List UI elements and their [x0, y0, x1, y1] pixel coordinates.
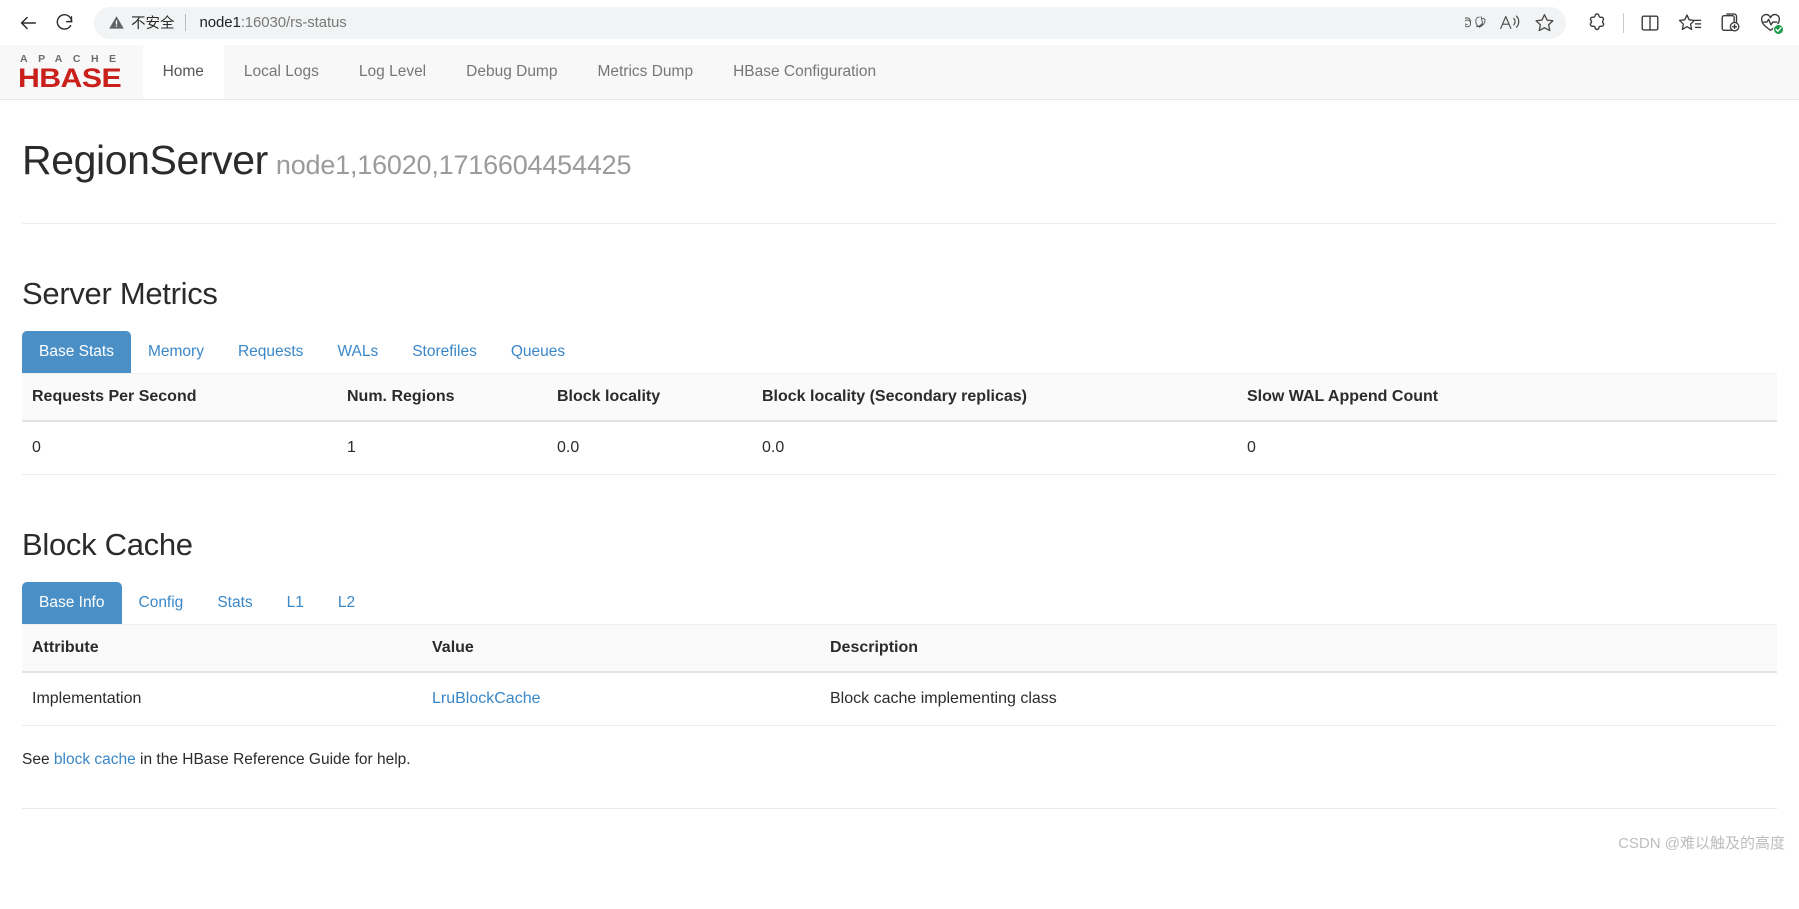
- block-cache-doc-link[interactable]: block cache: [54, 751, 136, 768]
- cell-value: LruBlockCache: [422, 672, 820, 726]
- cell-block-locality: 0.0: [547, 421, 752, 475]
- page-content: RegionServer node1,16020,1716604454425 Se…: [0, 100, 1799, 909]
- security-label: 不安全: [131, 16, 175, 32]
- collections-icon[interactable]: [1671, 6, 1709, 40]
- security-indicator[interactable]: 不安全: [108, 12, 185, 33]
- nav-item-local-logs[interactable]: Local Logs: [224, 45, 339, 99]
- title-divider: [22, 223, 1777, 224]
- tab-base-stats[interactable]: Base Stats: [22, 331, 131, 373]
- help-prefix: See: [22, 751, 54, 768]
- cell-requests-per-second: 0: [22, 421, 337, 475]
- tab-stats[interactable]: Stats: [200, 582, 269, 624]
- col-value: Value: [422, 624, 820, 673]
- cell-slow-wal-append-count: 0: [1237, 421, 1777, 475]
- favorite-star-icon[interactable]: [1528, 9, 1560, 37]
- nav-item-log-level[interactable]: Log Level: [339, 45, 446, 99]
- lru-block-cache-link[interactable]: LruBlockCache: [432, 690, 541, 707]
- block-cache-tabs: Base Info Config Stats L1 L2: [22, 582, 1777, 624]
- tab-config[interactable]: Config: [122, 582, 201, 624]
- tab-l1[interactable]: L1: [270, 582, 321, 624]
- url-path: :16030/rs-status: [240, 14, 347, 31]
- cell-attribute: Implementation: [22, 672, 422, 726]
- server-metrics-title: Server Metrics: [22, 276, 218, 311]
- col-num-regions: Num. Regions: [337, 373, 547, 422]
- nav-items: Home Local Logs Log Level Debug Dump Met…: [142, 45, 897, 99]
- page-title-text: RegionServer: [22, 137, 268, 183]
- cell-block-locality-secondary: 0.0: [752, 421, 1237, 475]
- browser-toolbar-actions: [1574, 6, 1789, 40]
- read-aloud-icon[interactable]: [1494, 9, 1526, 37]
- footer-divider: [22, 808, 1777, 809]
- tab-requests[interactable]: Requests: [221, 331, 320, 373]
- help-suffix: in the HBase Reference Guide for help.: [135, 751, 411, 768]
- toolbar-separator: [1623, 12, 1624, 33]
- hbase-navbar: APACHE HBASE Home Local Logs Log Level D…: [0, 45, 1799, 100]
- block-cache-help-note: See block cache in the HBase Reference G…: [22, 750, 1777, 770]
- col-slow-wal-append-count: Slow WAL Append Count: [1237, 373, 1777, 422]
- translate-icon[interactable]: [1460, 9, 1492, 37]
- url-text[interactable]: node1:16030/rs-status: [186, 14, 1461, 31]
- page-title: RegionServer node1,16020,1716604454425: [22, 136, 1777, 189]
- col-requests-per-second: Requests Per Second: [22, 373, 337, 422]
- browser-essentials-icon[interactable]: [1751, 6, 1789, 40]
- col-description: Description: [820, 624, 1777, 673]
- server-metrics-tabs: Base Stats Memory Requests WALs Storefil…: [22, 331, 1777, 373]
- browser-toolbar: 不安全 node1:16030/rs-status: [0, 0, 1799, 45]
- warning-triangle-icon: [109, 16, 124, 29]
- back-button[interactable]: [10, 5, 46, 41]
- hbase-logo[interactable]: APACHE HBASE: [14, 45, 143, 99]
- tab-wals[interactable]: WALs: [320, 331, 395, 373]
- block-cache-table: Attribute Value Description Implementati…: [22, 624, 1777, 726]
- health-check-badge: [1773, 23, 1784, 35]
- nav-item-metrics-dump[interactable]: Metrics Dump: [577, 45, 713, 99]
- tab-queues[interactable]: Queues: [494, 331, 582, 373]
- col-block-locality: Block locality: [547, 373, 752, 422]
- table-row: 0 1 0.0 0.0 0: [22, 421, 1777, 475]
- reload-button[interactable]: [46, 5, 82, 41]
- tab-storefiles[interactable]: Storefiles: [395, 331, 494, 373]
- server-metrics-table: Requests Per Second Num. Regions Block l…: [22, 373, 1777, 475]
- table-header-row: Attribute Value Description: [22, 624, 1777, 673]
- url-host: node1: [199, 14, 241, 31]
- block-cache-title: Block Cache: [22, 527, 193, 562]
- add-to-collections-icon[interactable]: [1711, 6, 1749, 40]
- nav-item-debug-dump[interactable]: Debug Dump: [446, 45, 577, 99]
- col-block-locality-secondary: Block locality (Secondary replicas): [752, 373, 1237, 422]
- cell-num-regions: 1: [337, 421, 547, 475]
- split-screen-icon[interactable]: [1631, 6, 1669, 40]
- tab-l2[interactable]: L2: [321, 582, 372, 624]
- table-header-row: Requests Per Second Num. Regions Block l…: [22, 373, 1777, 422]
- address-bar-actions: [1460, 9, 1560, 37]
- extensions-icon[interactable]: [1578, 6, 1616, 40]
- address-bar[interactable]: 不安全 node1:16030/rs-status: [94, 6, 1566, 39]
- nav-item-home[interactable]: Home: [142, 45, 224, 99]
- logo-hbase-text: HBASE: [18, 62, 122, 93]
- regionserver-id: node1,16020,1716604454425: [275, 150, 632, 180]
- nav-item-hbase-configuration[interactable]: HBase Configuration: [713, 45, 896, 99]
- csdn-watermark: CSDN @难以触及的高度: [1618, 835, 1785, 852]
- cell-description: Block cache implementing class: [820, 672, 1777, 726]
- table-row: Implementation LruBlockCache Block cache…: [22, 672, 1777, 726]
- col-attribute: Attribute: [22, 624, 422, 673]
- tab-memory[interactable]: Memory: [131, 331, 221, 373]
- tab-base-info[interactable]: Base Info: [22, 582, 122, 624]
